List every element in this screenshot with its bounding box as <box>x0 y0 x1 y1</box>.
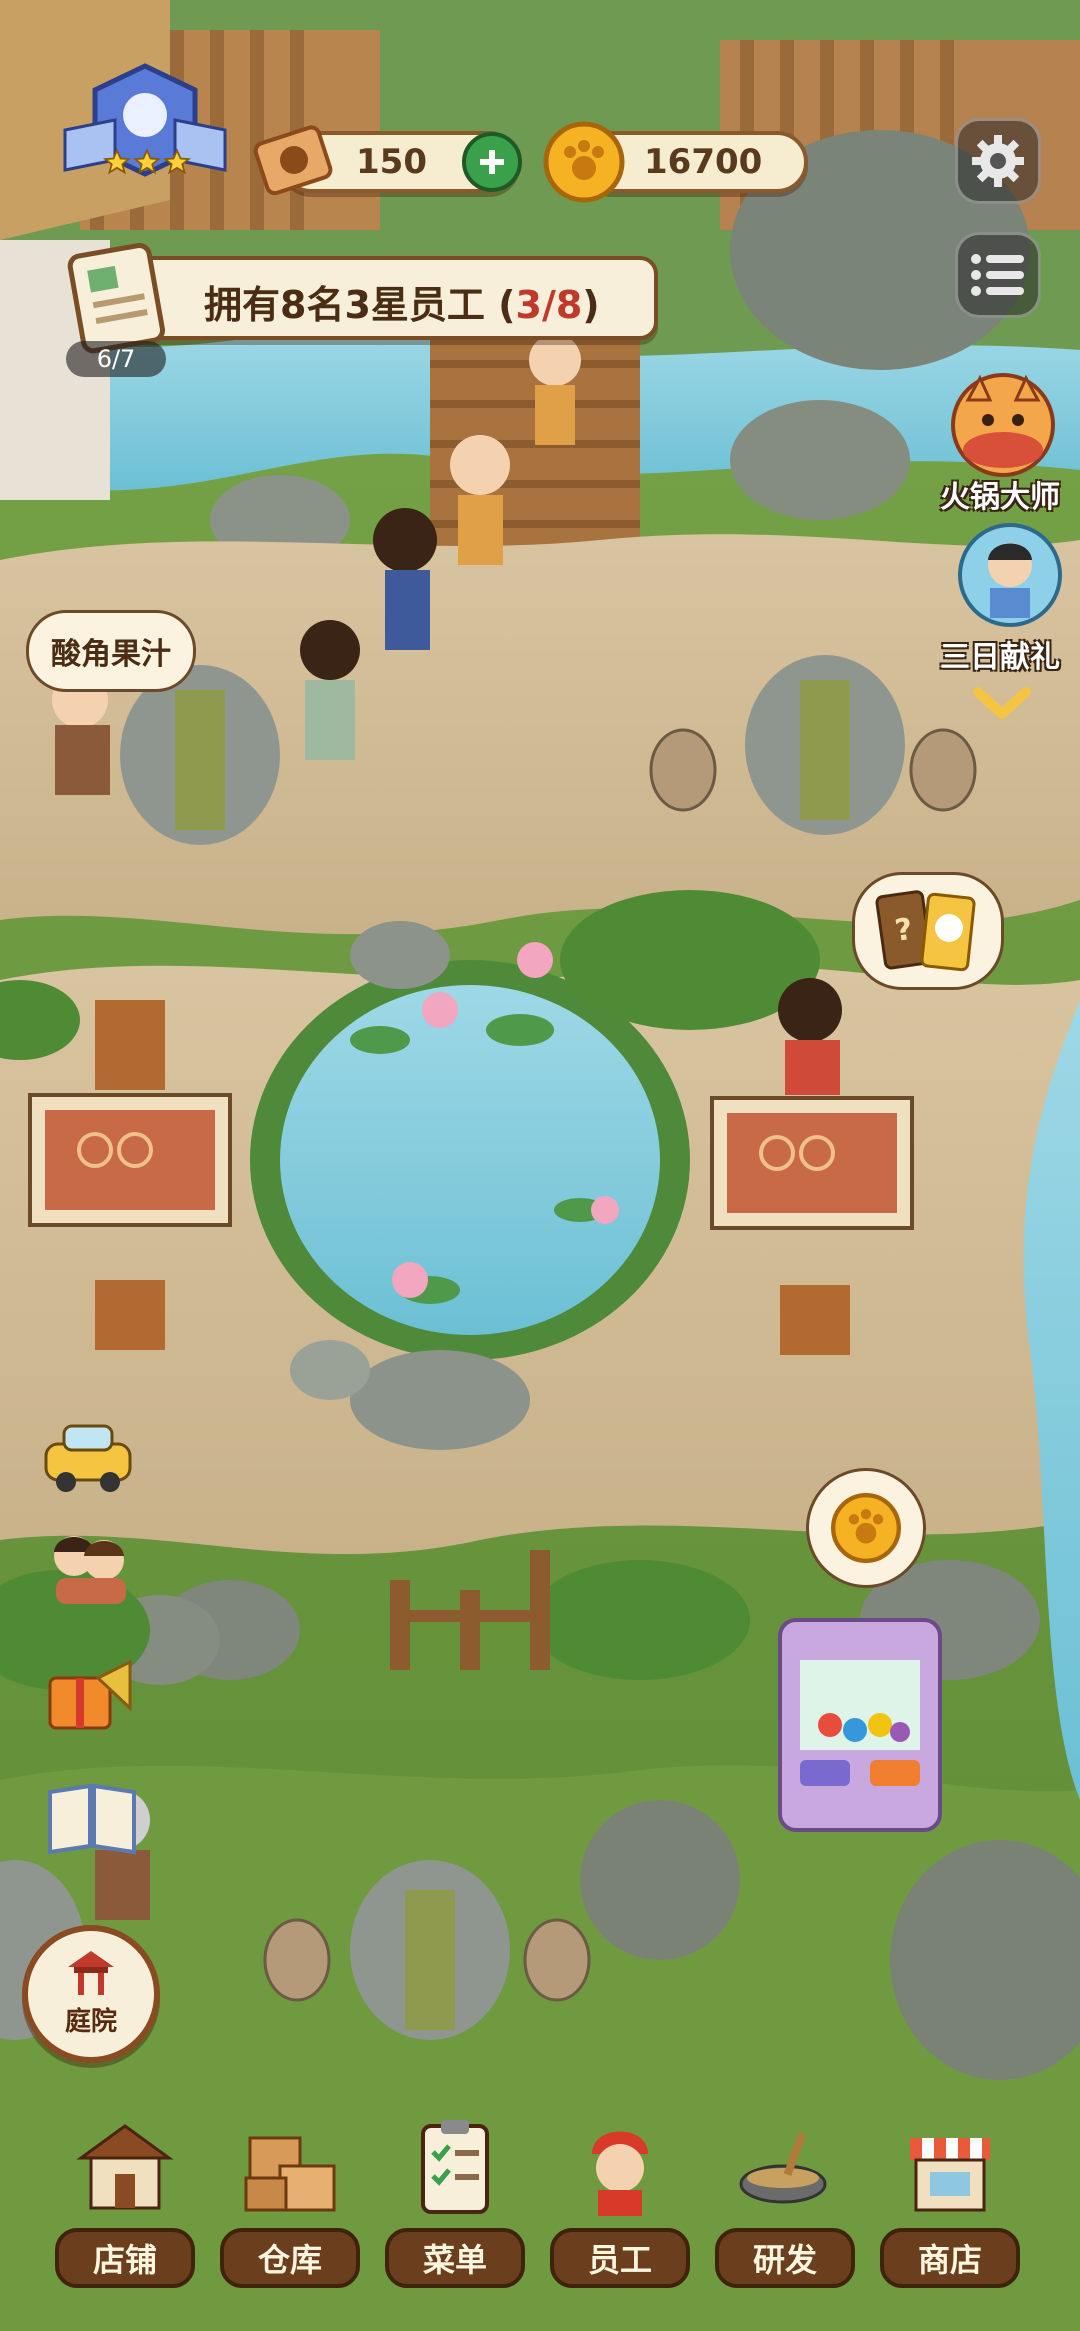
paw-coin-icon <box>543 121 625 203</box>
gift-character-icon <box>958 523 1062 627</box>
mystery-card-icon: ? <box>875 890 976 972</box>
gear-icon <box>972 135 1024 187</box>
quest-progress: 3/8 <box>515 283 583 327</box>
menu-list-button[interactable] <box>955 232 1041 318</box>
chevron-down-icon[interactable] <box>972 684 1032 724</box>
nav-menu[interactable]: 菜单 <box>380 2118 530 2288</box>
paw-coin-icon <box>831 1493 901 1563</box>
nav-staff-label: 员工 <box>550 2228 690 2288</box>
nav-staff[interactable]: 员工 <box>545 2118 695 2288</box>
item-offer-bubble[interactable]: ? <box>852 872 1004 990</box>
quest-open-paren: ( <box>498 283 516 327</box>
nav-warehouse-label: 仓库 <box>220 2228 360 2288</box>
settings-button[interactable] <box>955 118 1041 204</box>
order-item-name: 酸角果汁 <box>51 637 171 672</box>
ticket-icon <box>253 125 333 196</box>
nav-store-label: 商店 <box>880 2228 1020 2288</box>
couple-icon[interactable] <box>38 1520 138 1610</box>
gift-horn-icon[interactable] <box>38 1648 138 1738</box>
add-tickets-button[interactable] <box>462 132 522 192</box>
plus-icon <box>480 150 504 174</box>
recipe-book-icon[interactable] <box>44 1776 140 1856</box>
warehouse-boxes-icon <box>244 2136 336 2212</box>
star-icon <box>103 148 131 175</box>
courtyard-button[interactable]: 庭院 <box>22 1925 160 2063</box>
nav-shop[interactable]: 店铺 <box>50 2118 200 2288</box>
nav-menu-label: 菜单 <box>385 2228 525 2288</box>
quest-close-paren: ) <box>582 283 600 327</box>
courtyard-label: 庭院 <box>64 2007 117 2037</box>
nav-research[interactable]: 研发 <box>710 2118 860 2288</box>
hotpot-cat-icon <box>951 373 1055 477</box>
pavilion-icon <box>68 1951 114 1995</box>
task-counter: 6/7 <box>66 341 166 377</box>
quest-description: 拥有8名3星员工 <box>204 283 485 327</box>
nav-store[interactable]: 商店 <box>875 2118 1025 2288</box>
quest-text-line: 拥有8名3星员工 (3/8) <box>204 274 600 329</box>
coin-amount: 16700 <box>644 142 763 182</box>
staff-chef-icon <box>592 2131 648 2216</box>
task-scroll-icon[interactable] <box>62 236 172 356</box>
star-icon <box>163 148 191 175</box>
star-icon <box>133 148 161 175</box>
game-scene: 150 16700 拥有8名3星员工 (3/8) 6/7 火锅大师 三日献礼 酸… <box>0 0 1080 2331</box>
event-three-day-gift[interactable] <box>955 520 1065 630</box>
customer-order-bubble[interactable]: 酸角果汁 <box>26 610 196 692</box>
taxi-icon[interactable] <box>38 1410 138 1500</box>
store-stall-icon <box>910 2138 990 2212</box>
nav-research-label: 研发 <box>715 2228 855 2288</box>
quest-banner[interactable]: 拥有8名3星员工 (3/8) <box>118 256 658 340</box>
research-wok-icon <box>739 2131 827 2204</box>
event-hotpot-label: 火锅大师 <box>940 480 1060 515</box>
list-menu-icon <box>971 254 1024 296</box>
event-gift-label: 三日献礼 <box>940 640 1060 675</box>
nav-warehouse[interactable]: 仓库 <box>215 2118 365 2288</box>
rank-stars <box>103 148 193 178</box>
shop-building-icon <box>76 2124 174 2210</box>
ticket-amount: 150 <box>356 142 427 182</box>
nav-shop-label: 店铺 <box>55 2228 195 2288</box>
restaurant-rank-badge[interactable] <box>55 60 235 190</box>
coin-collect-bubble[interactable] <box>806 1468 926 1588</box>
menu-clipboard-icon <box>421 2120 489 2214</box>
